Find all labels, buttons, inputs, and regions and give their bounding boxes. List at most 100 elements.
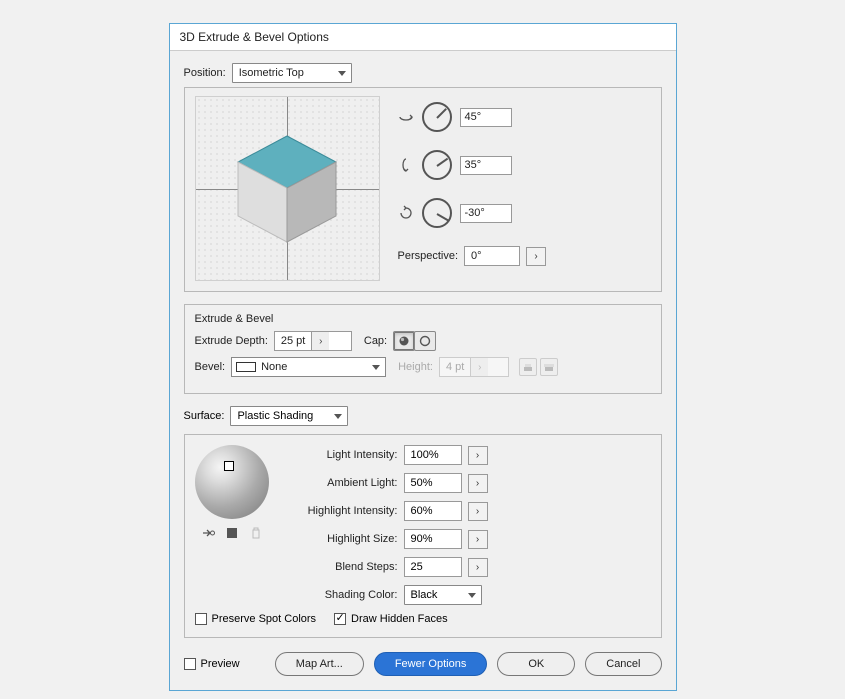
bevel-height-stepper: › <box>470 358 488 376</box>
preserve-spot-box <box>195 613 207 625</box>
perspective-stepper[interactable]: › <box>526 247 546 266</box>
surface-checkbox-row: Preserve Spot Colors Draw Hidden Faces <box>195 613 651 625</box>
highlight-size-stepper[interactable]: › <box>468 530 488 549</box>
light-intensity-row: Light Intensity: 100% › <box>283 445 488 465</box>
lighting-column <box>195 445 269 605</box>
draw-hidden-checkbox[interactable]: Draw Hidden Faces <box>334 613 448 625</box>
rotate-y-dial[interactable] <box>422 150 452 180</box>
perspective-value: 0° <box>465 250 488 262</box>
blend-steps-label: Blend Steps: <box>283 561 398 573</box>
surface-label: Surface: <box>184 410 225 422</box>
ambient-light-input[interactable]: 50% <box>404 473 462 493</box>
rotate-z-row: -30° <box>398 198 547 228</box>
position-value: Isometric Top <box>239 67 304 79</box>
fewer-options-button[interactable]: Fewer Options <box>374 652 488 676</box>
bevel-select[interactable]: None <box>231 357 386 377</box>
bevel-height-wrap: 4 pt › <box>439 357 509 377</box>
draw-hidden-label: Draw Hidden Faces <box>351 613 448 625</box>
highlight-size-input[interactable]: 90% <box>404 529 462 549</box>
rotate-z-dial[interactable] <box>422 198 452 228</box>
surface-group: Light Intensity: 100% › Ambient Light: 5… <box>184 434 662 638</box>
map-art-button[interactable]: Map Art... <box>275 652 364 676</box>
light-intensity-input[interactable]: 100% <box>404 445 462 465</box>
bevel-label: Bevel: <box>195 361 226 373</box>
blend-steps-value: 25 <box>405 561 429 573</box>
light-handle[interactable] <box>224 461 234 471</box>
bevel-row: Bevel: None Height: 4 pt › <box>195 357 651 377</box>
lighting-tools <box>200 525 264 541</box>
cap-on-button[interactable] <box>393 331 415 351</box>
lighting-sphere[interactable] <box>195 445 269 519</box>
bevel-swatch-icon <box>236 362 256 372</box>
rotate-y-input[interactable]: 35° <box>460 156 512 175</box>
delete-light-icon <box>248 525 264 541</box>
surface-fields: Light Intensity: 100% › Ambient Light: 5… <box>283 445 488 605</box>
map-art-label: Map Art... <box>296 658 343 670</box>
preserve-spot-checkbox[interactable]: Preserve Spot Colors <box>195 613 317 625</box>
highlight-size-label: Highlight Size: <box>283 533 398 545</box>
shading-color-row: Shading Color: Black <box>283 585 488 605</box>
rotate-x-input[interactable]: 45° <box>460 108 512 127</box>
rotate-z-icon <box>398 205 414 221</box>
cancel-button[interactable]: Cancel <box>585 652 661 676</box>
dialog-footer: Preview Map Art... Fewer Options OK Canc… <box>184 652 662 676</box>
dialog-3d-extrude-bevel: 3D Extrude & Bevel Options Position: Iso… <box>169 23 677 691</box>
shading-color-label: Shading Color: <box>283 589 398 601</box>
cancel-label: Cancel <box>606 658 640 670</box>
perspective-input[interactable]: 0° <box>464 246 520 266</box>
position-select[interactable]: Isometric Top <box>232 63 352 83</box>
light-intensity-stepper[interactable]: › <box>468 446 488 465</box>
ambient-light-value: 50% <box>405 477 439 489</box>
highlight-size-row: Highlight Size: 90% › <box>283 529 488 549</box>
shading-color-value: Black <box>411 589 438 601</box>
preserve-spot-label: Preserve Spot Colors <box>212 613 317 625</box>
extrude-bevel-group: Extrude & Bevel Extrude Depth: 25 pt › C… <box>184 304 662 394</box>
surface-select[interactable]: Plastic Shading <box>230 406 348 426</box>
preview-box <box>184 658 196 670</box>
rotation-trackball[interactable] <box>195 96 380 281</box>
surface-grid: Light Intensity: 100% › Ambient Light: 5… <box>195 445 651 605</box>
shading-color-select[interactable]: Black <box>404 585 482 605</box>
highlight-intensity-label: Highlight Intensity: <box>283 505 398 517</box>
rotate-x-value: 45° <box>465 111 482 123</box>
ok-label: OK <box>528 658 544 670</box>
position-group: 45° 35° -30° Perspective <box>184 87 662 292</box>
bevel-value: None <box>261 361 287 373</box>
position-label: Position: <box>184 67 226 79</box>
cube-preview <box>230 132 344 246</box>
highlight-size-value: 90% <box>405 533 439 545</box>
rotate-y-icon <box>398 157 414 173</box>
rotate-x-row: 45° <box>398 102 547 132</box>
perspective-row: Perspective: 0° › <box>398 246 547 266</box>
ok-button[interactable]: OK <box>497 652 575 676</box>
move-light-back-icon[interactable] <box>200 525 216 541</box>
preview-checkbox[interactable]: Preview <box>184 658 240 670</box>
ambient-light-stepper[interactable]: › <box>468 474 488 493</box>
highlight-intensity-stepper[interactable]: › <box>468 502 488 521</box>
position-row: Position: Isometric Top <box>184 63 662 83</box>
surface-value: Plastic Shading <box>237 410 313 422</box>
rotate-x-icon <box>398 109 414 125</box>
bevel-height-value: 4 pt <box>440 361 470 373</box>
bevel-extent-out-button <box>540 358 558 376</box>
highlight-intensity-row: Highlight Intensity: 60% › <box>283 501 488 521</box>
extrude-depth-value: 25 pt <box>275 335 311 347</box>
blend-steps-row: Blend Steps: 25 › <box>283 557 488 577</box>
blend-steps-stepper[interactable]: › <box>468 558 488 577</box>
cap-off-button[interactable] <box>414 331 436 351</box>
extrude-depth-label: Extrude Depth: <box>195 335 268 347</box>
extrude-depth-input[interactable]: 25 pt › <box>274 331 352 351</box>
extrude-depth-row: Extrude Depth: 25 pt › Cap: <box>195 331 651 351</box>
rotate-x-dial[interactable] <box>422 102 452 132</box>
fewer-options-label: Fewer Options <box>395 658 467 670</box>
blend-steps-input[interactable]: 25 <box>404 557 462 577</box>
bevel-extent-in-button <box>519 358 537 376</box>
extrude-depth-stepper[interactable]: › <box>311 332 329 350</box>
ambient-light-label: Ambient Light: <box>283 477 398 489</box>
perspective-label: Perspective: <box>398 250 459 262</box>
new-light-icon[interactable] <box>224 525 240 541</box>
rotate-z-input[interactable]: -30° <box>460 204 512 223</box>
draw-hidden-box <box>334 613 346 625</box>
highlight-intensity-input[interactable]: 60% <box>404 501 462 521</box>
rotate-z-value: -30° <box>465 207 485 219</box>
